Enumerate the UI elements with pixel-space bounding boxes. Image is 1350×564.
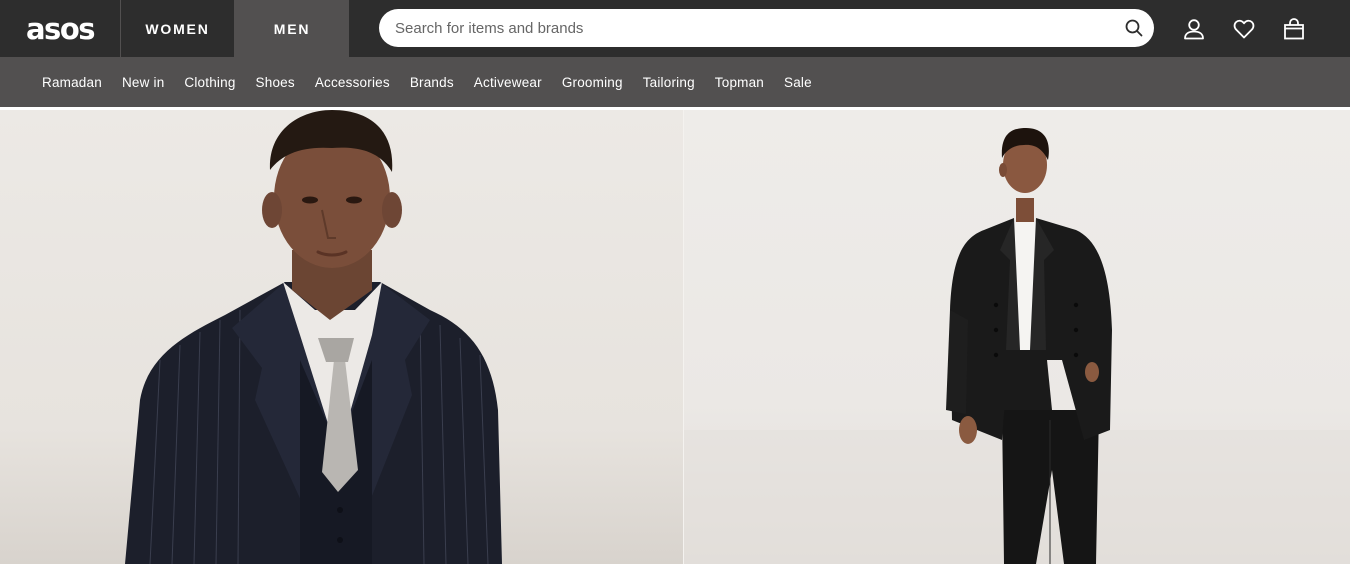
category-nav: Ramadan New in Clothing Shoes Accessorie… (0, 57, 1350, 107)
nav-item-brands[interactable]: Brands (400, 57, 464, 107)
nav-item-grooming[interactable]: Grooming (552, 57, 633, 107)
search-input[interactable] (379, 10, 1114, 46)
bag-icon[interactable] (1279, 14, 1309, 44)
asos-logo[interactable]: asos (0, 0, 120, 57)
nav-item-shoes[interactable]: Shoes (246, 57, 305, 107)
nav-item-topman[interactable]: Topman (705, 57, 774, 107)
tab-men[interactable]: MEN (234, 0, 349, 57)
account-icon[interactable] (1179, 14, 1209, 44)
search-icon[interactable] (1114, 9, 1154, 47)
nav-item-activewear[interactable]: Activewear (464, 57, 552, 107)
search-bar (379, 9, 1154, 47)
nav-item-accessories[interactable]: Accessories (305, 57, 400, 107)
hero-image-pinstripe-suit[interactable] (0, 110, 683, 564)
nav-item-ramadan[interactable]: Ramadan (32, 57, 112, 107)
hero-image-black-suit[interactable] (684, 110, 1350, 564)
nav-item-clothing[interactable]: Clothing (174, 57, 245, 107)
tab-women[interactable]: WOMEN (120, 0, 234, 57)
nav-item-new-in[interactable]: New in (112, 57, 174, 107)
nav-item-tailoring[interactable]: Tailoring (633, 57, 705, 107)
heart-icon[interactable] (1229, 14, 1259, 44)
nav-item-sale[interactable]: Sale (774, 57, 822, 107)
